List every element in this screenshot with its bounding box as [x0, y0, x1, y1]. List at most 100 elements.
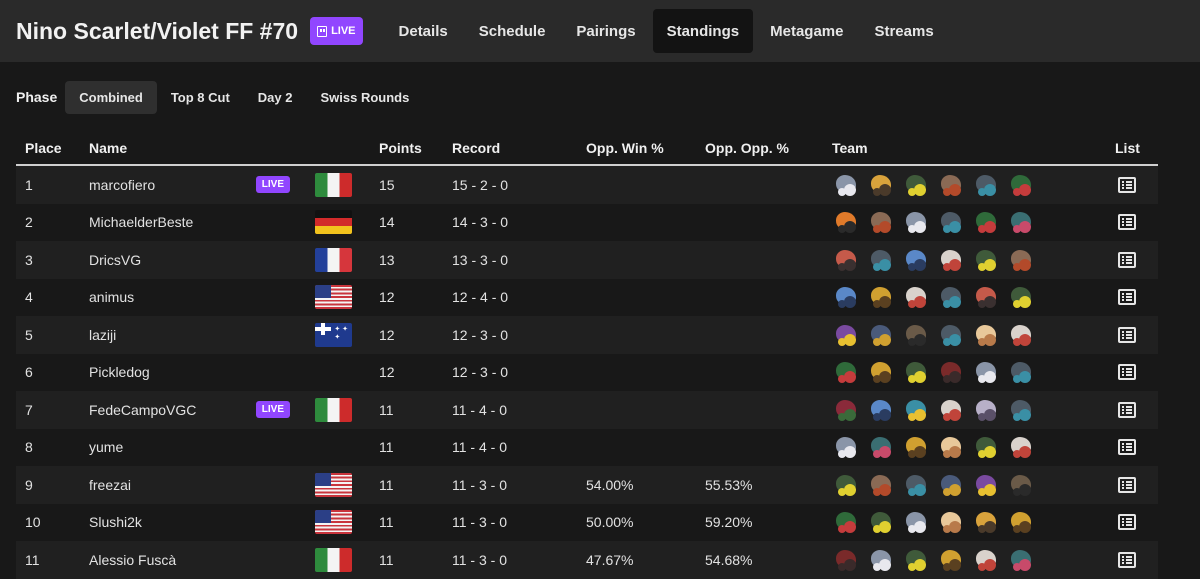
pokemon-sprite-icon: [1007, 172, 1035, 198]
player-name[interactable]: laziji: [89, 327, 116, 343]
pokemon-sprite-icon: [832, 172, 860, 198]
list-icon[interactable]: [1118, 326, 1136, 343]
team-sprites: [832, 547, 1106, 573]
team-cell: [823, 278, 1106, 316]
player-name[interactable]: DricsVG: [89, 252, 141, 268]
team-sprites: [832, 509, 1106, 535]
list-icon[interactable]: [1118, 214, 1136, 231]
country-flag-icon: [315, 172, 352, 197]
team-cell: [823, 428, 1106, 466]
table-header-row: Place Name Points Record Opp. Win % Opp.…: [16, 132, 1158, 166]
name-cell: animus: [80, 278, 370, 316]
opp-opp-cell: [696, 241, 823, 279]
list-icon[interactable]: [1118, 401, 1136, 418]
list-icon[interactable]: [1118, 251, 1136, 268]
pokemon-sprite-icon: [972, 547, 1000, 573]
list-icon[interactable]: [1118, 176, 1136, 193]
country-flag-icon: [315, 547, 352, 572]
pokemon-sprite-icon: [832, 209, 860, 235]
name-cell: freezai: [80, 466, 370, 504]
pokemon-sprite-icon: [867, 284, 895, 310]
opp-opp-cell: [696, 391, 823, 429]
pokemon-sprite-icon: [902, 247, 930, 273]
player-name[interactable]: animus: [89, 289, 134, 305]
pokemon-sprite-icon: [867, 434, 895, 460]
pokemon-sprite-icon: [937, 472, 965, 498]
opp-opp-cell: [696, 203, 823, 241]
tab-streams[interactable]: Streams: [860, 9, 947, 53]
table-row: 6 Pickledog 12 12 - 3 - 0: [16, 353, 1158, 391]
opp-win-cell: 47.67%: [577, 541, 696, 579]
main-nav: Details Schedule Pairings Standings Meta…: [385, 0, 951, 62]
standings-table: Place Name Points Record Opp. Win % Opp.…: [16, 132, 1158, 579]
tab-schedule[interactable]: Schedule: [465, 9, 560, 53]
col-opp-opp[interactable]: Opp. Opp. %: [696, 132, 823, 166]
pokemon-sprite-icon: [1007, 472, 1035, 498]
team-cell: [823, 241, 1106, 279]
list-icon[interactable]: [1118, 476, 1136, 493]
points-cell: 11: [370, 428, 443, 466]
phase-combined-button[interactable]: Combined: [65, 80, 157, 114]
opp-win-cell: [577, 278, 696, 316]
phase-day2-button[interactable]: Day 2: [244, 81, 307, 114]
player-live-badge[interactable]: LIVE: [255, 176, 290, 194]
pokemon-sprite-icon: [1007, 359, 1035, 385]
top-bar: Nino Scarlet/Violet FF #70 LIVE Details …: [0, 0, 1200, 62]
record-cell: 12 - 3 - 0: [443, 353, 577, 391]
list-icon[interactable]: [1118, 439, 1136, 456]
phase-swiss-button[interactable]: Swiss Rounds: [307, 81, 424, 114]
table-row: 2 MichaelderBeste 14 14 - 3 - 0: [16, 203, 1158, 241]
opp-opp-cell: [696, 428, 823, 466]
player-name[interactable]: marcofiero: [89, 177, 155, 193]
name-cell: Pickledog: [80, 353, 370, 391]
pokemon-sprite-icon: [1007, 547, 1035, 573]
col-opp-win[interactable]: Opp. Win %: [577, 132, 696, 166]
phase-top8-button[interactable]: Top 8 Cut: [157, 81, 244, 114]
pokemon-sprite-icon: [972, 472, 1000, 498]
name-cell: yume: [80, 428, 370, 466]
player-name[interactable]: yume: [89, 439, 123, 455]
player-name[interactable]: Alessio Fuscà: [89, 552, 176, 568]
tab-details[interactable]: Details: [385, 9, 462, 53]
place-cell: 3: [16, 241, 80, 279]
player-name[interactable]: FedeCampoVGC: [89, 402, 196, 418]
player-live-badge[interactable]: LIVE: [255, 401, 290, 419]
pokemon-sprite-icon: [832, 322, 860, 348]
place-cell: 9: [16, 466, 80, 504]
record-cell: 11 - 4 - 0: [443, 391, 577, 429]
pokemon-sprite-icon: [902, 509, 930, 535]
pokemon-sprite-icon: [867, 509, 895, 535]
player-name[interactable]: MichaelderBeste: [89, 214, 193, 230]
country-flag-icon: [315, 285, 352, 310]
list-icon[interactable]: [1118, 551, 1136, 568]
pokemon-sprite-icon: [832, 547, 860, 573]
pokemon-sprite-icon: [1007, 247, 1035, 273]
name-cell: DricsVG: [80, 241, 370, 279]
team-sprites: [832, 359, 1106, 385]
col-team: Team: [823, 132, 1106, 166]
col-points[interactable]: Points: [370, 132, 443, 166]
col-name[interactable]: Name: [80, 132, 370, 166]
country-flag-icon: [315, 322, 352, 347]
player-name[interactable]: freezai: [89, 477, 131, 493]
team-sprites: [832, 172, 1106, 198]
player-name[interactable]: Pickledog: [89, 364, 150, 380]
phase-selector: Phase Combined Top 8 Cut Day 2 Swiss Rou…: [16, 62, 1158, 132]
place-cell: 4: [16, 278, 80, 316]
live-stream-badge[interactable]: LIVE: [310, 17, 363, 45]
points-cell: 11: [370, 541, 443, 579]
list-icon[interactable]: [1118, 514, 1136, 531]
tab-standings[interactable]: Standings: [652, 9, 754, 53]
col-place[interactable]: Place: [16, 132, 80, 166]
list-cell: [1106, 241, 1158, 279]
tab-pairings[interactable]: Pairings: [562, 9, 649, 53]
phase-label: Phase: [16, 89, 58, 105]
player-name[interactable]: Slushi2k: [89, 514, 142, 530]
list-cell: [1106, 466, 1158, 504]
list-icon[interactable]: [1118, 364, 1136, 381]
col-record[interactable]: Record: [443, 132, 577, 166]
list-icon[interactable]: [1118, 289, 1136, 306]
tab-metagame[interactable]: Metagame: [756, 9, 857, 53]
pokemon-sprite-icon: [867, 547, 895, 573]
pokemon-sprite-icon: [867, 209, 895, 235]
